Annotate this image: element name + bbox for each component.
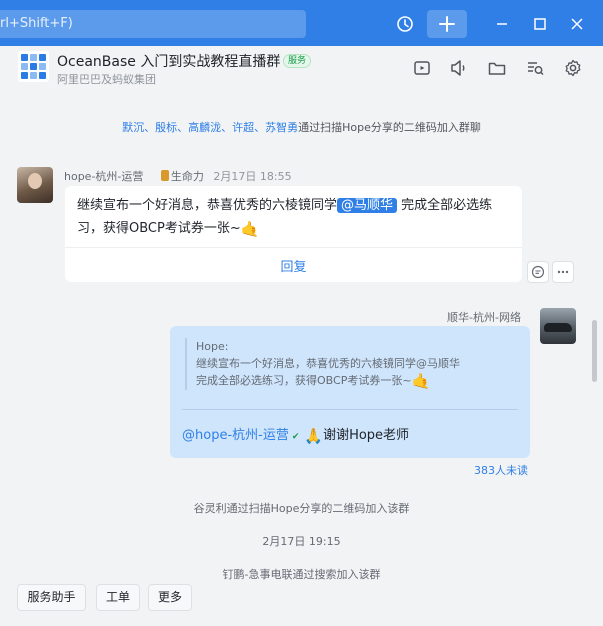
joined-names[interactable]: 默沉、殷标、高麟泷、许超、苏智勇 — [122, 121, 298, 134]
praying-hands-emoji: 🙏 — [304, 427, 324, 445]
mention-tag[interactable]: @马顺华 — [337, 198, 398, 213]
group-org: 阿里巴巴及蚂蚁集团 — [57, 73, 156, 86]
message-text: 继续宣布一个好消息，恭喜优秀的六棱镜同学 @马顺华 完成全部必选练习，获得OBCP… — [77, 194, 517, 241]
avatar[interactable] — [17, 167, 53, 203]
reply-thread-icon[interactable] — [527, 261, 549, 283]
vitality-tag[interactable]: 生命力 — [160, 170, 204, 183]
date-separator: 2月17日 19:15 — [262, 535, 341, 548]
quote-line: 完成全部必选练习，获得OBCP考试券一张~🤙 — [196, 372, 431, 390]
folder-icon[interactable] — [487, 58, 507, 78]
speaker-icon[interactable] — [449, 58, 469, 78]
more-icon[interactable] — [552, 261, 574, 283]
reply-message-text: 谢谢Hope老师 — [323, 428, 410, 443]
call-me-emoji: 🤙 — [240, 220, 260, 238]
search-history-icon[interactable] — [525, 58, 545, 78]
call-me-emoji: 🤙 — [411, 372, 431, 390]
group-avatar[interactable] — [18, 51, 49, 82]
group-name[interactable]: OceanBase 入门到实战教程直播群 — [57, 51, 280, 71]
message-time: 2月17日 18:55 — [213, 170, 292, 183]
message-card[interactable]: 继续宣布一个好消息，恭喜优秀的六棱镜同学 @马顺华 完成全部必选练习，获得OBCP… — [65, 186, 522, 282]
title-bar: rl+Shift+F) — [0, 0, 603, 46]
read-check-icon: ✔ — [291, 432, 300, 442]
divider — [65, 247, 522, 248]
mention-tag[interactable]: @hope-杭州-运营 — [182, 428, 289, 443]
settings-icon[interactable] — [563, 58, 583, 78]
search-input[interactable]: rl+Shift+F) — [0, 10, 306, 38]
system-join-message: 默沉、殷标、高麟泷、许超、苏智勇通过扫描Hope分享的二维码加入群聊 — [0, 119, 603, 135]
sender-name[interactable]: 顺华-杭州-网络 — [447, 309, 521, 325]
reply-button[interactable]: 回复 — [65, 256, 522, 275]
message-text-part: 继续宣布一个好消息，恭喜优秀的六棱镜同学 — [77, 198, 338, 213]
quote-author: Hope: — [196, 340, 229, 353]
scrollbar[interactable] — [592, 320, 597, 382]
minimize-icon[interactable] — [489, 10, 515, 38]
service-badge: 服务 — [283, 54, 312, 68]
service-assistant-button[interactable]: 服务助手 — [17, 584, 86, 611]
ticket-button[interactable]: 工单 — [96, 584, 140, 611]
history-icon[interactable] — [392, 10, 418, 38]
divider — [182, 409, 518, 410]
message-sender: hope-杭州-运营 生命力 2月17日 18:55 — [64, 168, 292, 184]
chat-header: OceanBase 入门到实战教程直播群 服务 阿里巴巴及蚂蚁集团 — [0, 46, 603, 92]
maximize-icon[interactable] — [527, 10, 553, 38]
quote-line: 继续宣布一个好消息，恭喜优秀的六棱镜同学@马顺华 — [196, 357, 460, 370]
sender-name[interactable]: hope-杭州-运营 — [64, 170, 143, 183]
more-button[interactable]: 更多 — [148, 584, 192, 611]
quoted-message[interactable]: Hope: 继续宣布一个好消息，恭喜优秀的六棱镜同学@马顺华 完成全部必选练习，… — [185, 338, 515, 390]
system-join-message: 钉鹏-急事电联通过搜索加入该群 — [222, 568, 381, 581]
video-icon[interactable] — [412, 58, 432, 78]
vitality-icon — [160, 170, 169, 181]
message-bubble[interactable]: Hope: 继续宣布一个好消息，恭喜优秀的六棱镜同学@马顺华 完成全部必选练习，… — [170, 326, 530, 458]
close-icon[interactable] — [564, 10, 590, 38]
unread-count[interactable]: 383人未读 — [474, 462, 528, 478]
join-text: 通过扫描Hope分享的二维码加入群聊 — [298, 121, 481, 134]
avatar[interactable] — [540, 308, 576, 344]
system-join-message: 谷灵利通过扫描Hope分享的二维码加入该群 — [193, 502, 410, 515]
vitality-label: 生命力 — [170, 170, 204, 183]
reply-text: @hope-杭州-运营 ✔ 🙏谢谢Hope老师 — [182, 424, 409, 445]
plus-icon[interactable] — [427, 10, 467, 38]
